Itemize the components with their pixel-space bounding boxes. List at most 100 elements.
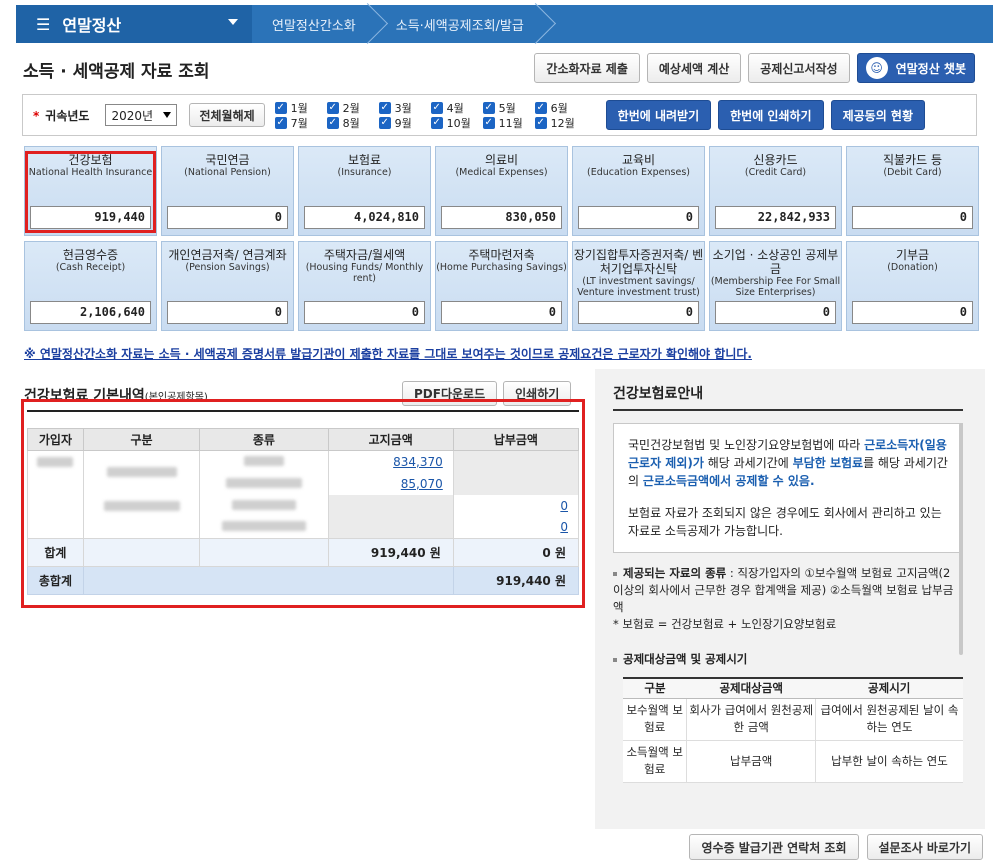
card-value: 0 xyxy=(852,206,973,229)
summary-card[interactable]: 주택자금/월세액 (Housing Funds/ Monthly rent) 0 xyxy=(298,241,431,331)
guide-paragraph-2: 보험료 자료가 조회되지 않은 경우에도 회사에서 관리하고 있는 자료로 소득… xyxy=(628,506,942,538)
breadcrumb-1[interactable]: 연말정산간소화 xyxy=(252,5,376,43)
breadcrumb-2[interactable]: 소득·세액공제조회/발급 xyxy=(376,5,544,43)
month-column: ✓ 1월 ✓ 7월 xyxy=(274,101,321,130)
card-title: 주택마련저축 xyxy=(468,248,535,262)
page-title: 소득 · 세액공제 자료 조회 xyxy=(23,62,210,82)
summary-card[interactable]: 직불카드 등 (Debit Card) 0 xyxy=(846,146,979,236)
checkbox-checked-icon: ✓ xyxy=(378,116,391,129)
submit-simplified-button[interactable]: 간소화자료 제출 xyxy=(534,53,640,83)
summary-card[interactable]: 교육비 (Education Expenses) 0 xyxy=(572,146,705,236)
checkbox-checked-icon: ✓ xyxy=(534,116,547,129)
card-value: 830,050 xyxy=(441,206,562,229)
notice-link[interactable]: ※ 연말정산간소화 자료는 소득 · 세액공제 증명서류 발급기관이 제출한 자… xyxy=(24,345,752,362)
card-title: 교육비 xyxy=(621,153,656,167)
summary-card[interactable]: 개인연금저축/ 연금계좌 (Pension Savings) 0 xyxy=(161,241,294,331)
month-checkbox[interactable]: ✓ 12월 xyxy=(534,116,581,130)
summary-card[interactable]: 보험료 (Insurance) 4,024,810 xyxy=(298,146,431,236)
month-checkbox[interactable]: ✓ 11월 xyxy=(482,116,529,130)
card-title: 소기업 · 소상공인 공제부금 xyxy=(712,248,839,276)
survey-button[interactable]: 설문조사 바로가기 xyxy=(866,834,983,860)
menu-home-label: 연말정산 xyxy=(62,16,122,35)
card-subtitle: (LT investment savings/ Venture investme… xyxy=(577,276,700,298)
month-label: 10월 xyxy=(446,116,471,130)
card-subtitle: (Home Purchasing Savings) xyxy=(436,262,567,273)
year-select-value: 2020년 xyxy=(111,108,154,123)
summary-card[interactable]: 장기집합투자증권저축/ 벤처기업투자신탁 (LT investment savin… xyxy=(572,241,705,331)
summary-card[interactable]: 주택마련저축 (Home Purchasing Savings) 0 xyxy=(435,241,568,331)
card-subtitle: (Education Expenses) xyxy=(587,167,690,178)
card-subtitle: (Insurance) xyxy=(337,167,392,178)
toggle-all-months-button[interactable]: 전체월해제 xyxy=(189,103,265,127)
summary-card[interactable]: 국민연금 (National Pension) 0 xyxy=(161,146,294,236)
ded-header: 구분 xyxy=(623,677,687,699)
month-checkbox[interactable]: ✓ 8월 xyxy=(326,116,373,130)
bottom-button-group: 영수증 발급기관 연락처 조회 설문조사 바로가기 xyxy=(689,834,983,860)
ded-header: 공제대상금액 xyxy=(686,677,816,699)
write-deduction-form-button[interactable]: 공제신고서작성 xyxy=(748,53,850,83)
year-select[interactable]: 2020년 xyxy=(105,104,178,126)
month-column: ✓ 6월 ✓ 12월 xyxy=(534,101,581,130)
card-subtitle: (Cash Receipt) xyxy=(55,262,126,273)
checkbox-checked-icon: ✓ xyxy=(430,116,443,129)
card-subtitle: (Debit Card) xyxy=(883,167,942,178)
deduction-table: 구분 공제대상금액 공제시기 보수월액 보험료 회사가 급여에서 원천공제한 금… xyxy=(623,677,963,783)
card-value: 0 xyxy=(304,301,425,324)
checkbox-checked-icon: ✓ xyxy=(378,101,391,114)
checkbox-checked-icon: ✓ xyxy=(274,101,287,114)
month-checkbox[interactable]: ✓ 3월 xyxy=(378,101,425,115)
card-value: 0 xyxy=(441,301,562,324)
summary-card[interactable]: 신용카드 (Credit Card) 22,842,933 xyxy=(709,146,842,236)
card-value: 0 xyxy=(167,206,288,229)
chatbot-button[interactable]: ☺ 연말정산 챗봇 xyxy=(856,53,975,83)
month-checkbox[interactable]: ✓ 2월 xyxy=(326,101,373,115)
month-column: ✓ 4월 ✓ 10월 xyxy=(430,101,477,130)
dropdown-arrow-icon xyxy=(163,112,172,118)
month-column: ✓ 2월 ✓ 8월 xyxy=(326,101,373,130)
card-subtitle: (National Pension) xyxy=(184,167,271,178)
card-title: 주택자금/월세액 xyxy=(323,248,406,262)
consent-status-button[interactable]: 제공동의 현황 xyxy=(830,100,926,130)
download-all-button[interactable]: 한번에 내려받기 xyxy=(605,100,712,130)
month-label: 1월 xyxy=(290,101,308,115)
card-value: 0 xyxy=(578,206,699,229)
card-value: 22,842,933 xyxy=(715,206,836,229)
scrollbar[interactable] xyxy=(959,423,963,655)
month-label: 5월 xyxy=(498,101,516,115)
month-checkbox[interactable]: ✓ 10월 xyxy=(430,116,477,130)
month-label: 11월 xyxy=(498,116,523,130)
chatbot-icon: ☺ xyxy=(865,57,888,79)
month-label: 3월 xyxy=(394,101,412,115)
summary-card[interactable]: 기부금 (Donation) 0 xyxy=(846,241,979,331)
card-subtitle: (Donation) xyxy=(887,262,938,273)
month-label: 9월 xyxy=(394,116,412,130)
month-checkbox[interactable]: ✓ 7월 xyxy=(274,116,321,130)
month-checkbox[interactable]: ✓ 4월 xyxy=(430,101,477,115)
checkbox-checked-icon: ✓ xyxy=(326,101,339,114)
table-row: 소득월액 보험료 납부금액 납부한 날이 속하는 연도 xyxy=(623,740,963,783)
month-label: 4월 xyxy=(446,101,464,115)
estimate-tax-button[interactable]: 예상세액 계산 xyxy=(646,53,742,83)
month-checkbox[interactable]: ✓ 5월 xyxy=(482,101,529,115)
summary-card[interactable]: 의료비 (Medical Expenses) 830,050 xyxy=(435,146,568,236)
card-title: 국민연금 xyxy=(205,153,250,167)
summary-card[interactable]: 소기업 · 소상공인 공제부금 (Membership Fee For Small… xyxy=(709,241,842,331)
month-column: ✓ 3월 ✓ 9월 xyxy=(378,101,425,130)
month-checkbox[interactable]: ✓ 1월 xyxy=(274,101,321,115)
guide-section-deduction: 공제대상금액 및 공제시기 xyxy=(613,651,958,668)
summary-card[interactable]: 현금영수증 (Cash Receipt) 2,106,640 xyxy=(24,241,157,331)
chevron-down-icon xyxy=(228,19,238,25)
checkbox-checked-icon: ✓ xyxy=(482,101,495,114)
card-title: 현금영수증 xyxy=(62,248,119,262)
card-value: 4,024,810 xyxy=(304,206,425,229)
card-title: 개인연금저축/ 연금계좌 xyxy=(168,248,287,262)
card-subtitle: (Pension Savings) xyxy=(185,262,270,273)
print-all-button[interactable]: 한번에 인쇄하기 xyxy=(718,100,824,130)
month-checkbox[interactable]: ✓ 6월 xyxy=(534,101,581,115)
issuer-contact-button[interactable]: 영수증 발급기관 연락처 조회 xyxy=(689,834,859,860)
highlight-box xyxy=(21,399,585,608)
month-checkbox[interactable]: ✓ 9월 xyxy=(378,116,425,130)
checkbox-checked-icon: ✓ xyxy=(482,116,495,129)
guide-section-data-types: 제공되는 자료의 종류 : 직장가입자의 ①보수월액 보험료 고지금액(2 이상… xyxy=(613,565,958,633)
menu-home-button[interactable]: ☰ 연말정산 xyxy=(16,5,252,43)
